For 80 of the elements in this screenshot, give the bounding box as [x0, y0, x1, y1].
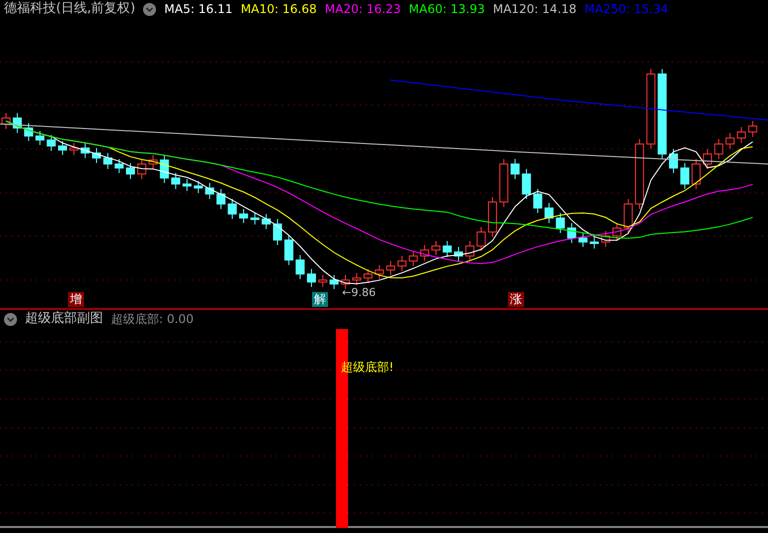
- indicator-reading: 超级底部: 0.00: [111, 311, 194, 328]
- candlestick: [374, 264, 384, 280]
- candlestick: [340, 274, 350, 290]
- candlestick: [748, 120, 758, 138]
- candlestick: [216, 188, 226, 210]
- candlestick: [635, 138, 644, 210]
- candlestick: [431, 240, 440, 256]
- candlestick: [533, 188, 542, 214]
- candlestick: [544, 202, 554, 224]
- candlestick: [2, 112, 10, 130]
- candlestick: [488, 196, 497, 238]
- candlestick: [397, 256, 406, 272]
- candlestick: [364, 268, 373, 284]
- signal-marker: 解: [312, 292, 328, 307]
- moving-average-value: MA10: 16.68: [240, 1, 317, 18]
- candlestick: [137, 158, 146, 180]
- candlestick: [454, 246, 464, 262]
- candlestick: [296, 254, 305, 280]
- candlestick: [567, 222, 576, 244]
- candlestick: [624, 198, 633, 234]
- candlestick: [46, 134, 56, 152]
- candlestick: [35, 130, 44, 146]
- candlestick: [318, 274, 328, 288]
- candlestick: [24, 122, 34, 142]
- candlestick: [714, 138, 724, 160]
- candlestick: [386, 260, 396, 276]
- candlestick: [228, 198, 237, 220]
- candlestick: [736, 126, 746, 144]
- moving-average-value: MA120: 14.18: [492, 1, 577, 18]
- candlestick: [273, 218, 282, 246]
- candlestick: [69, 142, 78, 156]
- candlestick: [352, 272, 362, 286]
- candlestick: [476, 226, 486, 252]
- moving-average-value: MA60: 13.93: [408, 1, 485, 18]
- chart-title: 德福科技(日线,前复权): [4, 0, 136, 18]
- candlestick: [669, 148, 678, 174]
- candlestick: [420, 244, 430, 262]
- candlestick: [262, 214, 271, 230]
- low-price-annotation: ←9.86: [342, 286, 376, 300]
- candlestick: [58, 140, 68, 156]
- chevron-down-icon[interactable]: [143, 2, 156, 16]
- candlestick: [182, 178, 192, 192]
- chevron-down-icon[interactable]: [4, 312, 17, 326]
- candlestick: [465, 240, 474, 262]
- candlestick: [590, 236, 599, 249]
- candlestick: [522, 168, 531, 200]
- candlestick: [171, 172, 180, 190]
- candlestick: [239, 208, 248, 224]
- candlestick: [442, 240, 452, 258]
- candlestick: [114, 158, 124, 174]
- candlestick: [726, 132, 735, 150]
- candlestick: [126, 162, 135, 180]
- candlestick: [205, 182, 214, 200]
- candlestick: [680, 162, 690, 190]
- moving-average-value: MA250: 15.34: [584, 1, 668, 18]
- signal-marker: 涨: [508, 292, 524, 307]
- candlestick: [148, 154, 158, 170]
- candlestick: [408, 250, 418, 266]
- candlestick: [330, 274, 339, 290]
- candlestick: [499, 158, 508, 208]
- candlestick: [194, 180, 203, 194]
- candlestick: [284, 234, 294, 266]
- signal-marker: 增: [68, 292, 84, 307]
- candlestick: [510, 158, 520, 180]
- indicator-title: 超级底部副图: [25, 310, 103, 328]
- candlestick: [556, 212, 565, 234]
- candlestick: [92, 148, 101, 164]
- candlestick: [12, 112, 22, 134]
- moving-average-value: MA20: 16.23: [324, 1, 401, 18]
- candlestick: [250, 212, 260, 225]
- candlestick: [80, 142, 90, 158]
- candlestick: [103, 152, 112, 170]
- candlestick: [702, 148, 712, 170]
- candlestick: [160, 154, 169, 184]
- candlestick: [578, 232, 588, 248]
- candlestick: [612, 222, 622, 242]
- candlestick: [692, 158, 701, 190]
- candlestick: [306, 268, 316, 288]
- candlestick: [601, 230, 610, 248]
- moving-average-value: MA5: 16.11: [164, 1, 233, 18]
